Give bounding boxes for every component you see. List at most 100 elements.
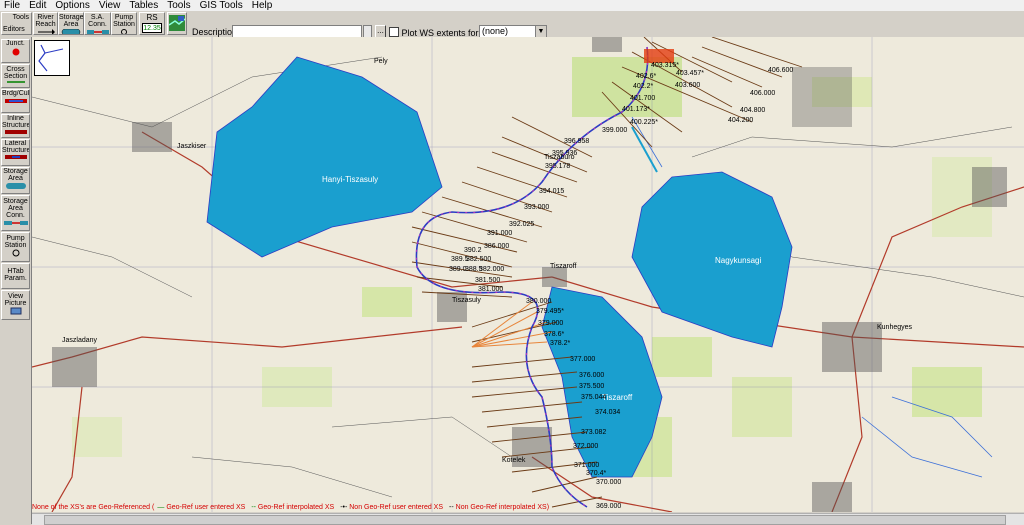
- map-view-button[interactable]: [167, 12, 187, 35]
- xs-label: 373.082: [581, 429, 606, 436]
- bridge-culvert-button[interactable]: Brdg/Culv: [1, 89, 30, 113]
- rs-label: RS: [146, 13, 158, 22]
- xs-label: 375.500: [579, 383, 604, 390]
- lateral-structure-button[interactable]: Lateral Structure: [1, 139, 30, 166]
- storage-area-icon: [61, 29, 81, 34]
- xs-label: 374.034: [595, 409, 620, 416]
- cross-section-button[interactable]: Cross Section: [1, 64, 30, 88]
- xs-label: 378.6*: [544, 331, 565, 338]
- xs-label: 406.000: [750, 90, 775, 97]
- inline-structure-icon: [4, 130, 27, 134]
- storage-area-conn-button[interactable]: Storage Area Conn.: [1, 195, 30, 231]
- place-label: Jaszkiser: [177, 143, 207, 150]
- river-reach-button[interactable]: River Reach: [33, 12, 58, 35]
- rs-value: 12.35: [142, 23, 162, 33]
- xs-label: 402.6*: [636, 73, 657, 80]
- view-picture-button[interactable]: View Picture: [1, 290, 30, 320]
- horizontal-scrollbar[interactable]: [32, 513, 1024, 525]
- xs-label: 376.000: [579, 372, 604, 379]
- river-reach-label: River Reach: [35, 14, 56, 28]
- pump-station-button[interactable]: Pump Station: [111, 12, 137, 35]
- xs-label: 380.000: [526, 298, 551, 305]
- htab-param-button[interactable]: HTab Param.: [1, 263, 30, 289]
- xs-label: 382.000: [479, 266, 504, 273]
- tools-label: Tools: [12, 14, 29, 21]
- view-picture-icon: [10, 307, 21, 315]
- xs-label: 372.000: [573, 443, 598, 450]
- legend-geo-ref-user: — Geo-Ref user entered XS: [157, 504, 246, 511]
- storage-area-button[interactable]: Storage Area: [58, 12, 84, 35]
- xs-label: 396.958: [564, 138, 589, 145]
- storage-area-label-hanyi: Hanyi-Tiszasuly: [322, 175, 378, 184]
- sa-conn-label: S.A. Conn.: [88, 14, 107, 28]
- xs-label: 379.495*: [536, 308, 564, 315]
- sa-conn-button[interactable]: S.A. Conn.: [84, 12, 111, 35]
- profile-select-value: (none): [482, 26, 509, 36]
- xs-label: 392.025: [509, 221, 534, 228]
- pump-icon: [121, 29, 127, 34]
- xs-label: 395.178: [545, 163, 570, 170]
- xs-label: 395.936: [552, 150, 577, 157]
- inline-structure-label: Inline Structure: [2, 115, 30, 129]
- tools-editors-button[interactable]: Tools Editors: [1, 12, 32, 35]
- xs-label: 381.500: [475, 277, 500, 284]
- menu-tables[interactable]: Tables: [125, 0, 163, 11]
- xs-label: 391.000: [487, 230, 512, 237]
- view-picture-label: View Picture: [4, 293, 27, 307]
- xs-label: 399.000: [602, 127, 627, 134]
- plot-ws-checkbox-box[interactable]: [389, 27, 399, 37]
- pump-station-icon: [12, 249, 19, 257]
- xs-label: 403.315*: [651, 62, 679, 69]
- cross-section-icon: [6, 81, 25, 83]
- storage-area-palette-button[interactable]: Storage Area: [1, 167, 30, 194]
- menu-tools[interactable]: Tools: [163, 0, 195, 11]
- xs-label: 394.015: [539, 188, 564, 195]
- lateral-structure-icon: [4, 155, 27, 159]
- status-message: None of the XS's are Geo-Referenced (: [32, 504, 155, 511]
- junction-label: Junct.: [6, 40, 25, 47]
- toolbar: Tools Editors River Reach Storage Area S…: [0, 11, 1024, 38]
- place-label: Kunhegyes: [877, 324, 913, 331]
- xs-label: 403.457*: [676, 70, 704, 77]
- xs-highlight: [644, 49, 674, 63]
- xs-label: 386.000: [484, 243, 509, 250]
- xs-label: 379.000: [538, 320, 563, 327]
- xs-label: 404.800: [740, 107, 765, 114]
- legend-non-geo-ref-user: -•- Non Geo-Ref user entered XS: [340, 504, 444, 511]
- sa-conn-icon: [86, 30, 109, 34]
- rs-button[interactable]: RS 12.35: [139, 12, 165, 35]
- xs-label: 370.4*: [586, 470, 607, 477]
- menu-gis-tools[interactable]: GIS Tools: [196, 0, 248, 11]
- xs-label: 401.700: [630, 95, 655, 102]
- editors-label: Editors: [3, 26, 25, 33]
- river-reach-icon: [37, 29, 55, 34]
- lateral-structure-label: Lateral Structure: [2, 140, 30, 154]
- xs-label: 377.000: [570, 356, 595, 363]
- schematic-map[interactable]: Hanyi-Tiszasuly Nagykunsagi Tiszaroff Ti…: [32, 37, 1024, 512]
- legend-geo-ref-interp: -- Geo-Ref interpolated XS: [251, 504, 335, 511]
- pump-station-palette-button[interactable]: Pump Station: [1, 232, 30, 262]
- xs-label: 402.2*: [633, 83, 654, 90]
- xs-label: 382.500: [466, 256, 491, 263]
- status-legend: None of the XS's are Geo-Referenced (— G…: [32, 503, 692, 513]
- chevron-down-icon[interactable]: ▼: [535, 26, 546, 37]
- menu-help[interactable]: Help: [248, 0, 278, 11]
- editor-palette: Junct. Cross Section Brdg/Culv Inline St…: [0, 37, 32, 524]
- place-label: Pely: [374, 58, 388, 65]
- overview-river-icon: [38, 44, 64, 72]
- xs-label: 404.200: [728, 117, 753, 124]
- xs-label: 393.000: [524, 204, 549, 211]
- menu-view[interactable]: View: [95, 0, 126, 11]
- inline-structure-button[interactable]: Inline Structure: [1, 114, 30, 138]
- xs-label: 400.225*: [630, 119, 658, 126]
- overview-map[interactable]: [34, 40, 70, 76]
- menu-file[interactable]: File: [0, 0, 25, 11]
- place-label: Tiszasuly: [452, 297, 481, 304]
- place-label: Jaszladany: [62, 337, 98, 344]
- menu-options[interactable]: Options: [51, 0, 94, 11]
- junction-button[interactable]: Junct.: [1, 39, 30, 63]
- xs-label: 406.600: [768, 67, 793, 74]
- xs-label: 389.0: [449, 266, 467, 273]
- menu-edit[interactable]: Edit: [25, 0, 51, 11]
- menu-bar: File Edit Options View Tables Tools GIS …: [0, 0, 1024, 11]
